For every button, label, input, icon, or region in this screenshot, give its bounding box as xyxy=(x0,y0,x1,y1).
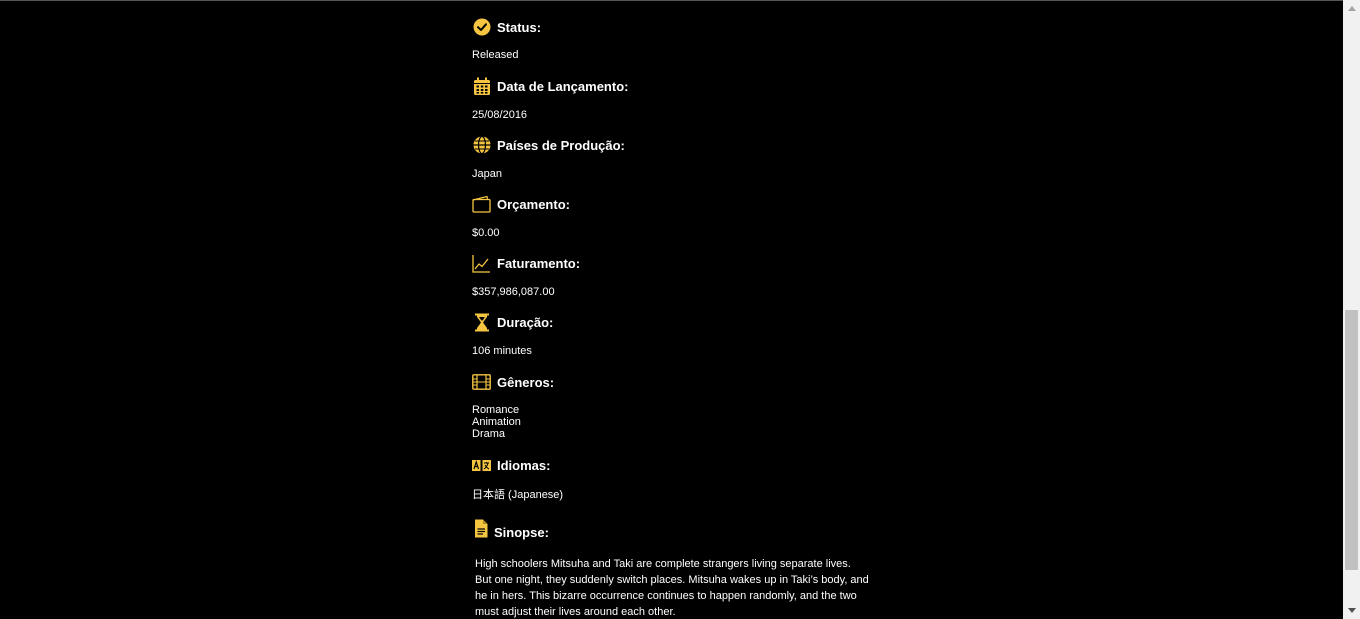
top-divider xyxy=(0,0,1343,1)
genre-item: Romance xyxy=(472,404,520,416)
revenue-section: Faturamento: $357,986,087.00 xyxy=(472,253,872,298)
countries-section: Países de Produção: Japan xyxy=(472,135,872,180)
check-circle-icon xyxy=(472,18,491,37)
film-icon xyxy=(472,373,491,392)
synopsis-section: Sinopse: High schoolers Mitsuha and Taki… xyxy=(472,517,872,619)
line-chart-icon xyxy=(472,254,491,273)
release-date-label: Data de Lançamento: xyxy=(497,78,629,94)
page-viewport: Status: Released Data de Lançamento: 25/… xyxy=(0,0,1360,619)
genre-item: Drama xyxy=(472,428,506,440)
synopsis-header: Sinopse: xyxy=(472,517,872,540)
hourglass-icon xyxy=(472,313,491,332)
budget-value: $0.00 xyxy=(472,227,500,239)
scroll-up-arrow-icon[interactable] xyxy=(1343,0,1360,17)
runtime-header: Duração: xyxy=(472,312,872,332)
budget-header: Orçamento: xyxy=(472,194,872,214)
status-value: Released xyxy=(472,49,519,61)
budget-section: Orçamento: $0.00 xyxy=(472,194,872,239)
calendar-icon xyxy=(472,77,491,96)
runtime-label: Duração: xyxy=(497,314,554,330)
revenue-header: Faturamento: xyxy=(472,253,872,273)
budget-label: Orçamento: xyxy=(497,196,570,212)
revenue-label: Faturamento: xyxy=(497,255,581,271)
genres-section: Gêneros: Romance Animation Drama xyxy=(472,372,872,440)
wallet-icon xyxy=(472,195,491,214)
release-date-section: Data de Lançamento: 25/08/2016 xyxy=(472,76,872,121)
runtime-value: 106 minutes xyxy=(472,345,532,357)
release-date-header: Data de Lançamento: xyxy=(472,76,872,96)
countries-header: Países de Produção: xyxy=(472,135,872,155)
languages-label: Idiomas: xyxy=(497,457,551,473)
countries-value: Japan xyxy=(472,168,502,180)
status-label: Status: xyxy=(497,19,542,35)
status-header: Status: xyxy=(472,17,872,37)
languages-section: Idiomas: 日本語 (Japanese) xyxy=(472,455,872,501)
languages-value: 日本語 (Japanese) xyxy=(472,489,564,501)
translate-icon xyxy=(472,456,491,475)
runtime-section: Duração: 106 minutes xyxy=(472,312,872,357)
revenue-value: $357,986,087.00 xyxy=(472,286,555,298)
globe-icon xyxy=(472,136,491,155)
countries-label: Países de Produção: xyxy=(497,137,625,153)
scrollbar-thumb[interactable] xyxy=(1345,310,1358,570)
document-icon xyxy=(472,519,489,538)
synopsis-label: Sinopse: xyxy=(494,524,549,540)
genres-header: Gêneros: xyxy=(472,372,872,392)
release-date-value: 25/08/2016 xyxy=(472,109,528,121)
synopsis-text: High schoolers Mitsuha and Taki are comp… xyxy=(475,558,869,618)
status-section: Status: Released xyxy=(472,17,872,61)
vertical-scrollbar[interactable] xyxy=(1343,0,1360,619)
genre-item: Animation xyxy=(472,416,521,428)
languages-header: Idiomas: xyxy=(472,455,872,475)
scroll-down-arrow-icon[interactable] xyxy=(1343,602,1360,619)
genres-list: Romance Animation Drama xyxy=(472,404,872,440)
genres-label: Gêneros: xyxy=(497,374,555,390)
